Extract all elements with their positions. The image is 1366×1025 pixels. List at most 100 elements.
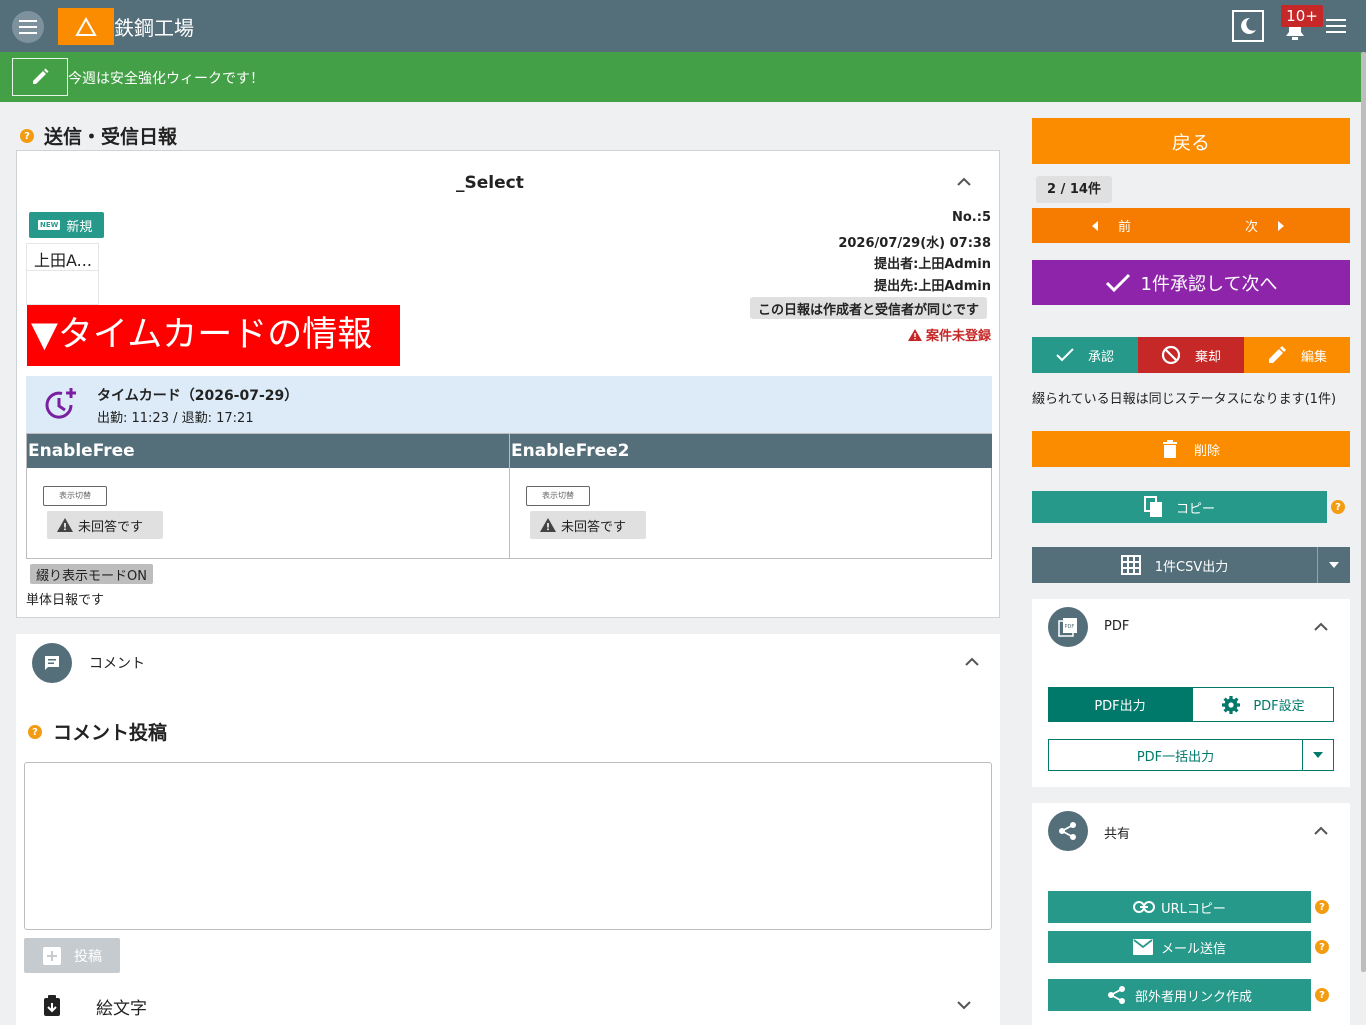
share-icon <box>1059 822 1076 840</box>
author-avatar-placeholder <box>26 271 99 305</box>
pdf-bulk-export-button[interactable]: PDF一括出力 <box>1049 740 1302 770</box>
pdf-icon: PDF <box>1058 618 1077 637</box>
comment-section: コメント ? コメント投稿 投稿 絵文字 <box>16 634 1000 1025</box>
next-button[interactable]: 次 <box>1245 208 1315 243</box>
caret-right-icon <box>1278 220 1285 231</box>
new-badge: NEW 新規 <box>29 212 104 238</box>
timecard-info: タイムカード（2026-07-29） 出勤: 11:23 / 退勤: 17:21 <box>26 376 992 433</box>
help-icon[interactable]: ? <box>20 129 34 143</box>
grid-icon <box>1120 555 1141 575</box>
copy-icon <box>1143 496 1162 517</box>
chevron-up-icon[interactable] <box>956 177 972 187</box>
report-recipient: 提出先:上田Admin <box>874 279 991 294</box>
mail-send-button[interactable]: メール送信 <box>1048 931 1311 963</box>
check-icon <box>1056 348 1074 362</box>
chevron-down-icon[interactable] <box>956 1000 972 1010</box>
comment-icon-circle <box>32 643 72 683</box>
unanswered-status: 未回答です <box>47 511 163 539</box>
page-scrollbar[interactable] <box>1361 52 1366 972</box>
edit-button[interactable]: 編集 <box>1244 337 1350 373</box>
mail-icon <box>1132 939 1153 955</box>
url-copy-button[interactable]: URLコピー <box>1048 891 1311 923</box>
emoji-label: 絵文字 <box>96 999 147 1019</box>
help-icon[interactable]: ? <box>1315 940 1329 954</box>
app-title: 鉄鋼工場 <box>114 16 194 40</box>
clock-add-icon <box>45 388 76 419</box>
unregistered-project[interactable]: 案件未登録 <box>907 325 991 344</box>
new-icon: NEW <box>38 220 61 230</box>
app-logo[interactable] <box>58 8 114 45</box>
caret-down-icon <box>1329 562 1339 568</box>
pdf-label: PDF <box>1104 619 1130 634</box>
help-icon[interactable]: ? <box>28 725 42 739</box>
chevron-up-icon[interactable] <box>1314 826 1328 835</box>
same-author-notice: この日報は作成者と受信者が同じです <box>749 297 987 319</box>
block-icon <box>1161 345 1181 365</box>
external-link-button[interactable]: 部外者用リンク作成 <box>1048 979 1311 1011</box>
menu-button[interactable] <box>12 11 44 43</box>
edit-announcement-button[interactable] <box>12 58 68 96</box>
pdf-bulk-dropdown-button[interactable] <box>1303 740 1333 770</box>
bind-mode-badge: 綴り表示モードON <box>30 564 153 584</box>
delete-button[interactable]: 削除 <box>1032 431 1350 467</box>
chevron-up-icon[interactable] <box>1314 622 1328 631</box>
comment-section-label: コメント <box>89 656 145 672</box>
comment-icon <box>45 656 59 670</box>
share-icon <box>1107 986 1125 1004</box>
pdf-export-button[interactable]: PDF出力 <box>1048 687 1192 722</box>
pencil-icon <box>1268 346 1286 363</box>
pdf-icon-circle: PDF <box>1048 607 1088 647</box>
pagination-counter: 2 / 14件 <box>1036 176 1112 203</box>
pencil-icon <box>33 68 49 84</box>
share-card: 共有 URLコピー ? メール送信 ? 部外者用リンク作成 ? <box>1032 803 1350 1025</box>
chevron-up-icon[interactable] <box>964 657 980 667</box>
pdf-settings-button[interactable]: PDF設定 <box>1192 687 1334 722</box>
notification-badge: 10+ <box>1281 5 1323 27</box>
csv-export-group: 1件CSV出力 <box>1032 547 1350 583</box>
prev-next-bar: 前 次 <box>1032 208 1350 243</box>
toggle-display-button[interactable]: 表示切替 <box>43 486 107 506</box>
report-submitter: 提出者:上田Admin <box>874 257 991 272</box>
page-title: 送信・受信日報 <box>44 126 178 148</box>
report-select-title: _Select <box>456 173 524 193</box>
csv-dropdown-button[interactable] <box>1318 547 1350 583</box>
link-icon <box>1133 901 1156 913</box>
emoji-clipboard-icon <box>44 995 60 1016</box>
warning-icon <box>540 518 556 532</box>
gear-icon <box>1222 695 1241 714</box>
timecard-detail: 出勤: 11:23 / 退勤: 17:21 <box>97 411 254 426</box>
status-note: 綴られている日報は同じステータスになります(1件) <box>1032 392 1337 407</box>
help-icon[interactable]: ? <box>1315 988 1329 1002</box>
toggle-display-button[interactable]: 表示切替 <box>526 486 590 506</box>
post-comment-button[interactable]: 投稿 <box>24 938 120 973</box>
caret-down-icon <box>1313 752 1323 758</box>
back-button[interactable]: 戻る <box>1032 118 1350 164</box>
approve-button[interactable]: 承認 <box>1032 337 1138 373</box>
share-label: 共有 <box>1104 827 1131 842</box>
column-header: EnableFree2 <box>510 434 992 468</box>
author-chip[interactable]: 上田A... <box>26 243 99 271</box>
menu-icon <box>19 20 37 34</box>
hamburger-menu-button[interactable] <box>1326 16 1348 36</box>
svg-text:PDF: PDF <box>1065 624 1075 630</box>
csv-export-button[interactable]: 1件CSV出力 <box>1032 547 1317 583</box>
comment-textarea[interactable] <box>24 762 992 930</box>
warning-icon <box>907 328 922 341</box>
check-icon <box>1105 273 1130 292</box>
timecard-banner: ▼タイムカードの情報 <box>27 305 400 366</box>
reject-button[interactable]: 棄却 <box>1138 337 1244 373</box>
prev-button[interactable]: 前 <box>1092 208 1162 243</box>
plus-box-icon <box>43 946 61 965</box>
single-report-text: 単体日報です <box>26 593 105 608</box>
approve-and-next-button[interactable]: 1件承認して次へ <box>1032 260 1350 305</box>
help-icon[interactable]: ? <box>1331 500 1345 514</box>
pdf-card: PDF PDF PDF出力 PDF設定 PDF一括出力 <box>1032 599 1350 787</box>
report-card: _Select NEW 新規 上田A... No.:5 2026/07/29(水… <box>16 150 1000 618</box>
trash-icon <box>1162 440 1177 458</box>
moon-icon <box>1241 17 1256 34</box>
theme-toggle-button[interactable] <box>1232 10 1264 42</box>
warning-icon <box>57 518 73 532</box>
copy-button[interactable]: コピー <box>1032 491 1327 523</box>
hamburger-icon <box>1326 19 1346 33</box>
help-icon[interactable]: ? <box>1315 900 1329 914</box>
